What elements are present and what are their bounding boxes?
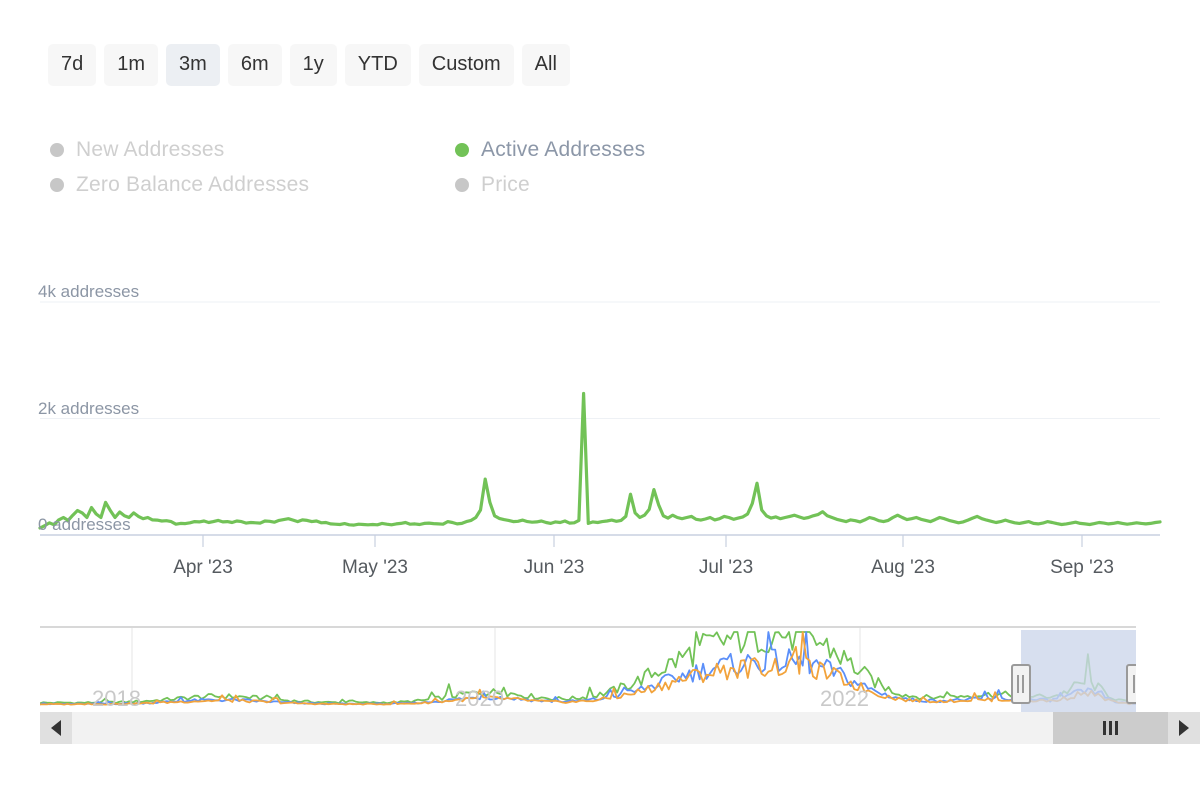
x-axis-label: Jul '23 (699, 557, 753, 579)
navigator-selected-range[interactable] (1021, 630, 1136, 714)
legend-label: Price (481, 173, 530, 197)
chart-series-lines (40, 394, 1160, 529)
chart-x-tickmarks (203, 535, 1082, 547)
range-button-7d[interactable]: 7d (48, 44, 96, 86)
legend-item-active-addresses[interactable]: Active Addresses (455, 138, 810, 162)
range-button-1m[interactable]: 1m (104, 44, 158, 86)
y-axis-label: 4k addresses (38, 282, 139, 302)
analytics-chart-page: 7d1m3m6m1yYTDCustomAll New Addresses Acti… (0, 0, 1200, 800)
legend-dot-icon (50, 143, 64, 157)
legend-item-price[interactable]: Price (455, 173, 810, 197)
chart-plot-svg (0, 255, 1200, 555)
navigator-svg (40, 628, 1136, 714)
legend-item-new-addresses[interactable]: New Addresses (50, 138, 455, 162)
chart-gridlines (40, 302, 1160, 535)
y-axis-label: 2k addresses (38, 399, 139, 419)
series-legend[interactable]: New Addresses Active Addresses Zero Balanc… (50, 132, 810, 202)
x-axis-label: May '23 (342, 557, 408, 579)
legend-label: Zero Balance Addresses (76, 173, 309, 197)
legend-dot-icon (455, 178, 469, 192)
scrollbar-thumb[interactable] (1053, 712, 1168, 744)
range-button-ytd[interactable]: YTD (345, 44, 411, 86)
legend-item-zero-balance-addresses[interactable]: Zero Balance Addresses (50, 173, 455, 197)
range-button-all[interactable]: All (522, 44, 570, 86)
range-button-6m[interactable]: 6m (228, 44, 282, 86)
range-button-custom[interactable]: Custom (419, 44, 514, 86)
range-button-3m[interactable]: 3m (166, 44, 220, 86)
scroll-left-button[interactable] (40, 712, 72, 744)
navigator-scrollbar[interactable] (40, 712, 1200, 744)
navigator-series-lines (40, 632, 1136, 705)
navigator-series-active-addresses (40, 632, 1136, 704)
navigator-left-handle[interactable] (1011, 664, 1031, 704)
scroll-right-button[interactable] (1168, 712, 1200, 744)
x-axis-label: Sep '23 (1050, 557, 1114, 579)
time-range-button-group[interactable]: 7d1m3m6m1yYTDCustomAll (48, 44, 570, 86)
arrow-right-icon (1179, 720, 1189, 736)
legend-dot-icon (455, 143, 469, 157)
legend-label: New Addresses (76, 138, 225, 162)
legend-dot-icon (50, 178, 64, 192)
navigator-gridlines (132, 628, 860, 706)
y-axis-label: 0 addresses (38, 515, 131, 535)
scrollbar-track[interactable] (72, 712, 1168, 744)
range-button-1y[interactable]: 1y (290, 44, 337, 86)
x-axis-label: Aug '23 (871, 557, 935, 579)
legend-label: Active Addresses (481, 138, 645, 162)
x-axis-label: Apr '23 (173, 557, 233, 579)
main-chart[interactable]: IntoTheBlock 0 addresses2k addresses4k a… (0, 255, 1200, 590)
x-axis-label: Jun '23 (524, 557, 585, 579)
chart-navigator[interactable]: 201820202022 (40, 626, 1136, 714)
arrow-left-icon (51, 720, 61, 736)
series-line-active-addresses (40, 394, 1160, 529)
navigator-right-handle[interactable] (1126, 664, 1136, 704)
navigator-plot[interactable]: 201820202022 (40, 628, 1136, 714)
